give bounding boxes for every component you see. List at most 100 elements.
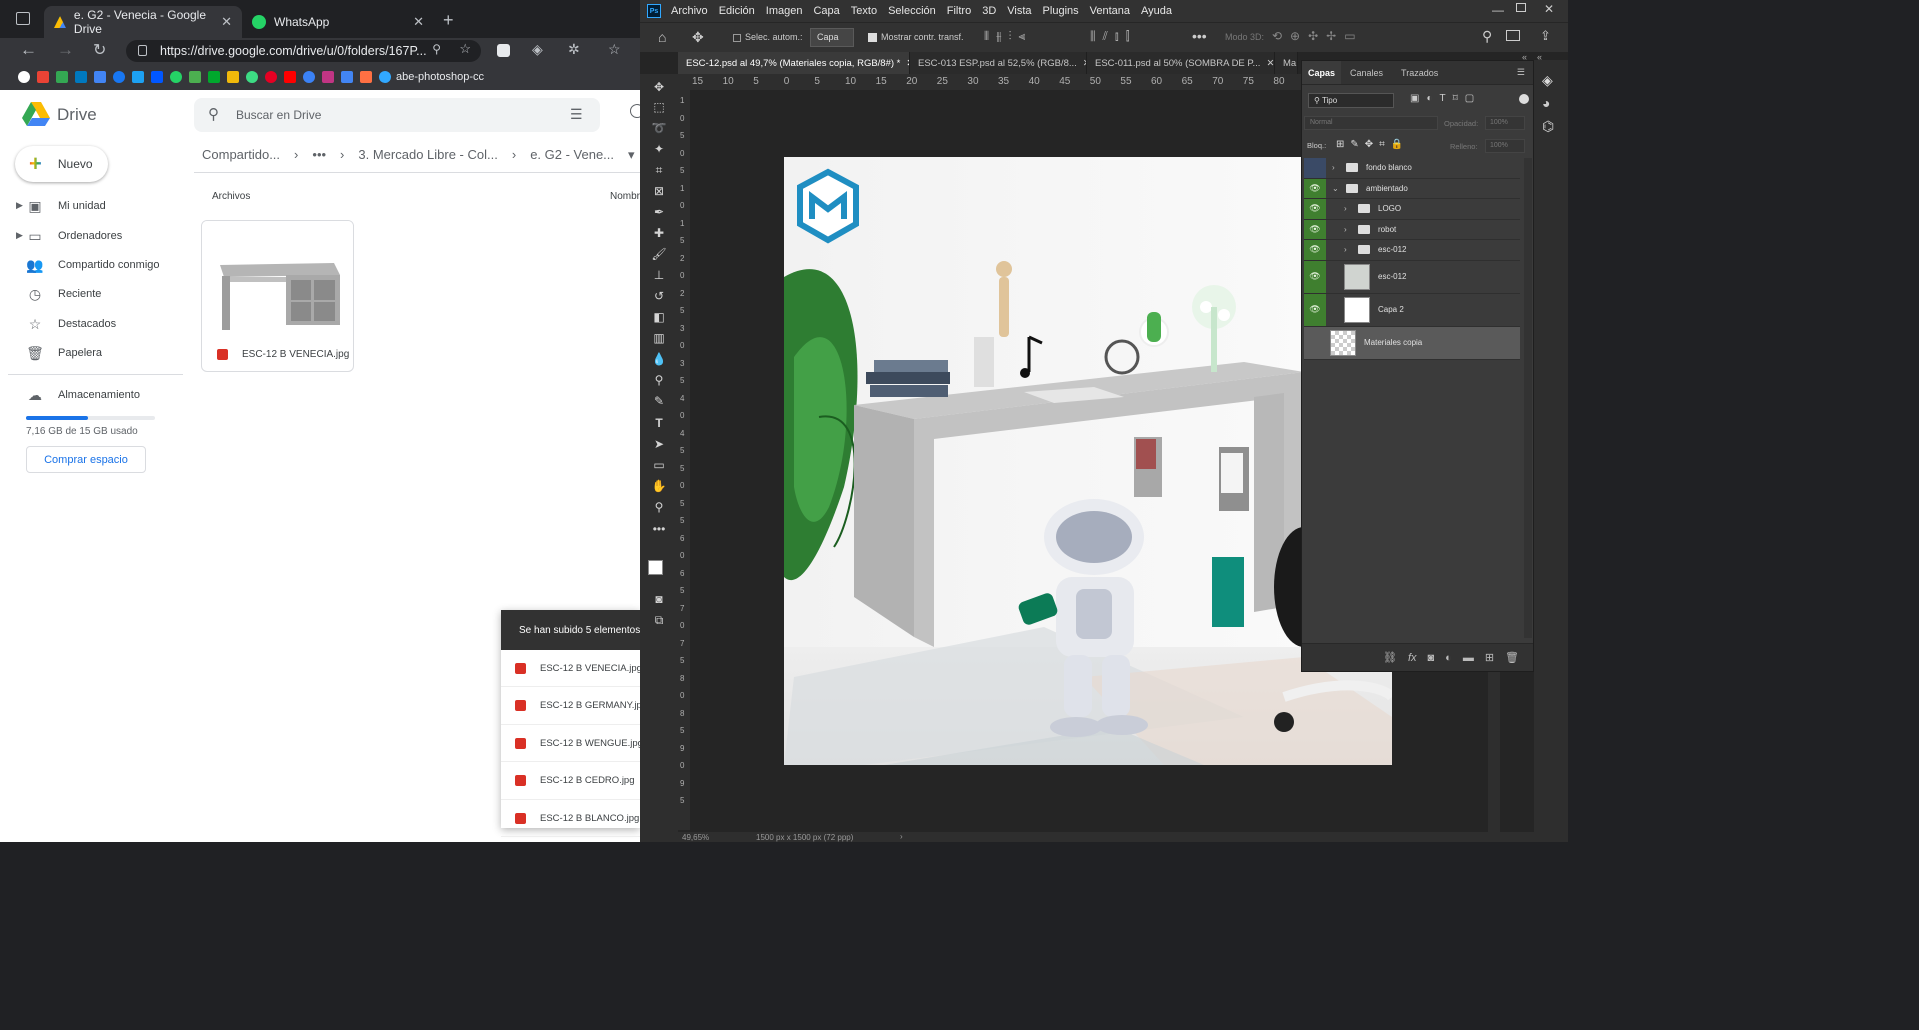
reading-list-icon[interactable]: ☆ <box>608 41 621 58</box>
youtube-bookmark-icon[interactable] <box>284 71 296 83</box>
bookmark-icon[interactable] <box>246 71 258 83</box>
visibility-eye-icon[interactable]: 👁 <box>1304 199 1326 219</box>
menu-item[interactable]: Archivo <box>671 5 708 17</box>
layer-row[interactable]: › fondo blanco <box>1304 158 1520 179</box>
menu-item[interactable]: Edición <box>719 5 755 17</box>
tab-layers[interactable]: Capas <box>1302 61 1342 84</box>
dodge-tool-icon[interactable]: ⚲ <box>649 371 669 389</box>
menu-item[interactable]: Texto <box>851 5 877 17</box>
blur-tool-icon[interactable]: 💧 <box>649 350 669 368</box>
layer-row[interactable]: 👁 Capa 2 <box>1304 293 1520 327</box>
trello-bookmark-icon[interactable] <box>75 71 87 83</box>
gmail-bookmark-icon[interactable] <box>37 71 49 83</box>
layer-row[interactable]: 👁 › robot <box>1304 219 1520 240</box>
eyedropper-tool-icon[interactable]: ✒ <box>649 203 669 221</box>
expand-icon[interactable]: ▶ <box>16 200 23 211</box>
auto-select-checkbox[interactable] <box>733 34 741 42</box>
twitter-bookmark-icon[interactable] <box>132 71 144 83</box>
menu-item[interactable]: Plugins <box>1043 5 1079 17</box>
breadcrumb-item[interactable]: 3. Mercado Libre - Col... <box>358 147 497 163</box>
calendar-bookmark-icon[interactable] <box>341 71 353 83</box>
sidebar-item-storage[interactable]: ☁ Almacenamiento <box>26 385 140 405</box>
menu-item[interactable]: Imagen <box>766 5 803 17</box>
tab-whatsapp[interactable]: WhatsApp ✕ <box>242 6 434 38</box>
upload-item[interactable]: ESC-12 B CEDRO.jpg <box>501 763 640 800</box>
chevron-down-icon[interactable]: ⌄ <box>1332 184 1340 193</box>
blend-mode-dropdown[interactable]: Normal <box>1304 116 1438 130</box>
menu-item[interactable]: Capa <box>813 5 839 17</box>
search-box[interactable]: ⚲ Buscar en Drive ☰ <box>194 98 600 132</box>
file-card[interactable]: ESC-12 B VENECIA.jpg <box>201 220 354 372</box>
translate-bookmark-icon[interactable] <box>94 71 106 83</box>
opacity-input[interactable]: 100% <box>1485 116 1525 130</box>
layer-mask-icon[interactable]: ◙ <box>1428 652 1435 664</box>
search-options-icon[interactable]: ☰ <box>570 106 583 123</box>
lasso-tool-icon[interactable]: ➰ <box>649 119 669 137</box>
adjustments-dock-icon[interactable]: ◕ <box>1542 95 1550 111</box>
sidebar-item-recent[interactable]: ◷ Reciente <box>26 284 102 304</box>
sidebar-item-shared[interactable]: 👥 Compartido conmigo <box>26 255 159 275</box>
more-options-icon[interactable]: ••• <box>1192 28 1207 44</box>
drive-logo-icon[interactable] <box>22 102 50 126</box>
screen-mode-icon[interactable]: ⧉ <box>649 611 669 629</box>
menu-item[interactable]: Ayuda <box>1141 5 1172 17</box>
visibility-eye-icon[interactable] <box>1304 327 1326 359</box>
doc-tab-more[interactable]: Ma <box>1275 52 1298 74</box>
chevron-right-icon[interactable]: › <box>1332 163 1340 172</box>
3d-mode-icons[interactable]: ⟲⊕✣✢▭ <box>1272 29 1364 43</box>
layers-dock-icon[interactable]: ◈ <box>1542 72 1553 89</box>
link-layers-icon[interactable]: ⛓ <box>1383 651 1397 664</box>
address-bar[interactable]: https://drive.google.com/drive/u/0/folde… <box>126 40 481 62</box>
buy-storage-button[interactable]: Comprar espacio <box>26 446 146 473</box>
more-tools-icon[interactable]: ••• <box>649 520 669 538</box>
new-button[interactable]: + Nuevo <box>15 146 108 182</box>
evernote-bookmark-icon[interactable] <box>208 71 220 83</box>
crop-tool-icon[interactable]: ⌗ <box>649 161 669 179</box>
bookmark-icon[interactable] <box>303 71 315 83</box>
layer-row[interactable]: 👁 › LOGO <box>1304 199 1520 220</box>
doc-tab-esc011[interactable]: ESC-011.psd al 50% (SOMBRA DE P... ✕ <box>1087 52 1275 74</box>
visibility-eye-icon[interactable]: 👁 <box>1304 178 1326 198</box>
upload-item[interactable]: ESC-12 B VENECIA.jpg <box>501 650 640 687</box>
instagram-bookmark-icon[interactable] <box>322 71 334 83</box>
whatsapp-bookmark-icon[interactable] <box>170 71 182 83</box>
google-bookmark-icon[interactable] <box>18 71 30 83</box>
layer-row[interactable]: 👁 › esc-012 <box>1304 240 1520 261</box>
hand-tool-icon[interactable]: ✋ <box>649 477 669 495</box>
layer-filter-dropdown[interactable]: ⚲ Tipo <box>1308 93 1394 108</box>
close-tab-icon[interactable]: ✕ <box>413 14 424 30</box>
adjustment-layer-icon[interactable]: ◐ <box>1445 652 1452 664</box>
vertical-scrollbar[interactable] <box>1488 672 1500 832</box>
drive-bookmark-icon[interactable] <box>56 71 68 83</box>
workspace-icon[interactable] <box>1506 30 1520 41</box>
extension-icon[interactable] <box>497 44 510 57</box>
layers-scrollbar[interactable] <box>1524 158 1532 638</box>
bookmark-abe-photoshop[interactable]: abe-photoshop-cc <box>379 71 484 83</box>
zoom-tool-icon[interactable]: ⚲ <box>649 498 669 516</box>
pen-tool-icon[interactable]: ✎ <box>649 392 669 410</box>
sidebar-item-trash[interactable]: 🗑 Papelera <box>26 343 102 363</box>
path-select-tool-icon[interactable]: ➤ <box>649 435 669 453</box>
chevron-right-icon[interactable]: › <box>1344 225 1352 234</box>
minimize-icon[interactable]: — <box>1492 3 1504 17</box>
close-icon[interactable]: ✕ <box>1544 2 1554 16</box>
stamp-tool-icon[interactable]: ⊥ <box>649 266 669 284</box>
visibility-eye-icon[interactable]: 👁 <box>1304 293 1326 326</box>
visibility-eye-icon[interactable]: 👁 <box>1304 260 1326 293</box>
align-buttons[interactable]: ⫴⫵⫶⫷ <box>984 29 1032 44</box>
new-group-icon[interactable]: ▬ <box>1463 652 1474 664</box>
binance-bookmark-icon[interactable] <box>227 71 239 83</box>
frame-tool-icon[interactable]: ⊠ <box>649 182 669 200</box>
rectangle-tool-icon[interactable]: ▭ <box>649 456 669 474</box>
move-tool-icon[interactable]: ✥ <box>692 29 704 46</box>
paths-dock-icon[interactable]: ⌬ <box>1542 118 1554 135</box>
upload-item[interactable]: ESC-12 B BLANCO.jpg <box>501 800 640 837</box>
delete-layer-icon[interactable]: 🗑 <box>1505 651 1519 664</box>
layer-row[interactable]: Materiales copia <box>1304 326 1520 360</box>
forward-icon[interactable]: → <box>57 40 74 60</box>
doc-tab-esc12[interactable]: ESC-12.psd al 49,7% (Materiales copia, R… <box>678 52 910 74</box>
layer-row[interactable]: 👁 ⌄ ambientado <box>1304 178 1520 199</box>
gradient-tool-icon[interactable]: ▥ <box>649 329 669 347</box>
move-tool-icon[interactable]: ✥ <box>649 78 669 96</box>
menu-item[interactable]: 3D <box>982 5 996 17</box>
